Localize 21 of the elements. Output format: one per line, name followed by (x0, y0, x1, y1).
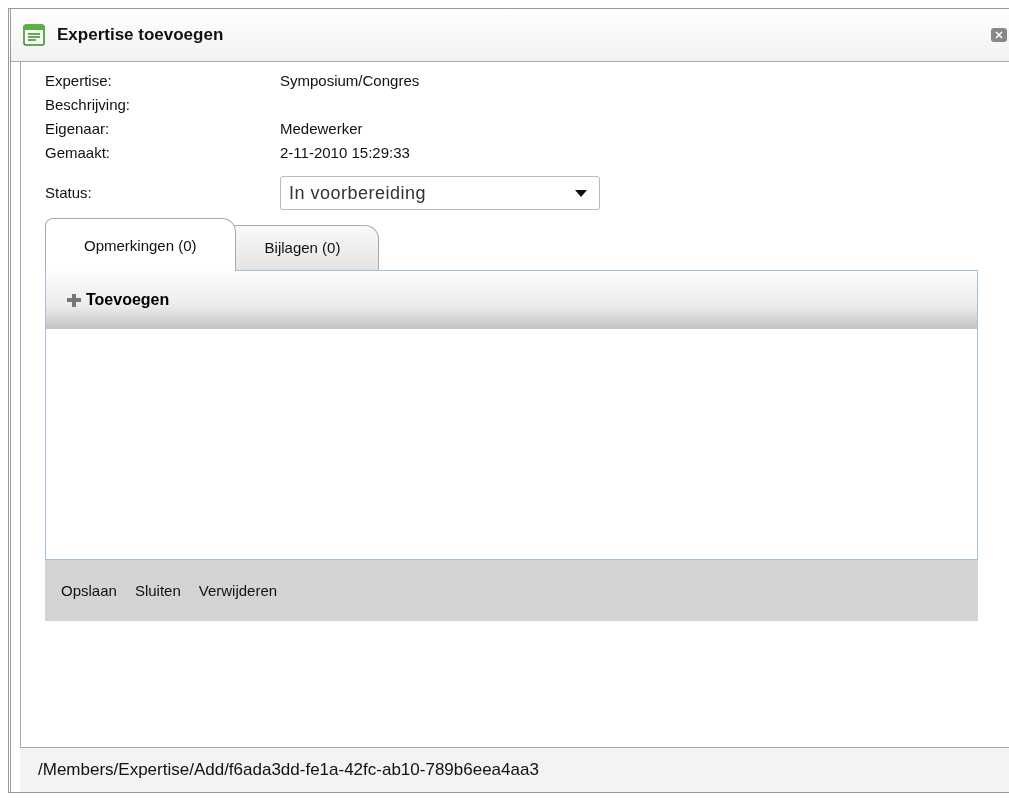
field-label: Eigenaar: (45, 120, 111, 138)
close-button[interactable] (991, 28, 1007, 42)
add-button[interactable]: Toevoegen (66, 291, 170, 309)
action-button[interactable]: Sluiten (134, 582, 181, 599)
action-button[interactable]: Opslaan (61, 582, 117, 599)
action-button[interactable]: Verwijderen (198, 582, 278, 599)
close-icon (994, 30, 1004, 40)
field-label: Gemaakt: (45, 144, 112, 162)
plus-icon (66, 292, 82, 308)
tab[interactable]: Opmerkingen (0) (45, 218, 236, 271)
window-title: Expertise toevoegen (57, 25, 225, 45)
field-value: Medewerker (280, 120, 364, 138)
field-label: Beschrijving: (45, 96, 132, 114)
field-label: Status: (45, 184, 93, 202)
field-label: Expertise: (45, 72, 113, 90)
status-dropdown[interactable]: In voorbereiding (280, 176, 600, 210)
field-value: 2-11-2010 15:29:33 (280, 144, 411, 162)
form-icon (23, 24, 45, 46)
caret-icon (575, 189, 587, 197)
field-value: Symposium/Congres (280, 72, 421, 90)
url-path: /Members/Expertise/Add/f6ada3dd-fe1a-42fc-ab10-789b6eea4aa3 (38, 760, 539, 780)
